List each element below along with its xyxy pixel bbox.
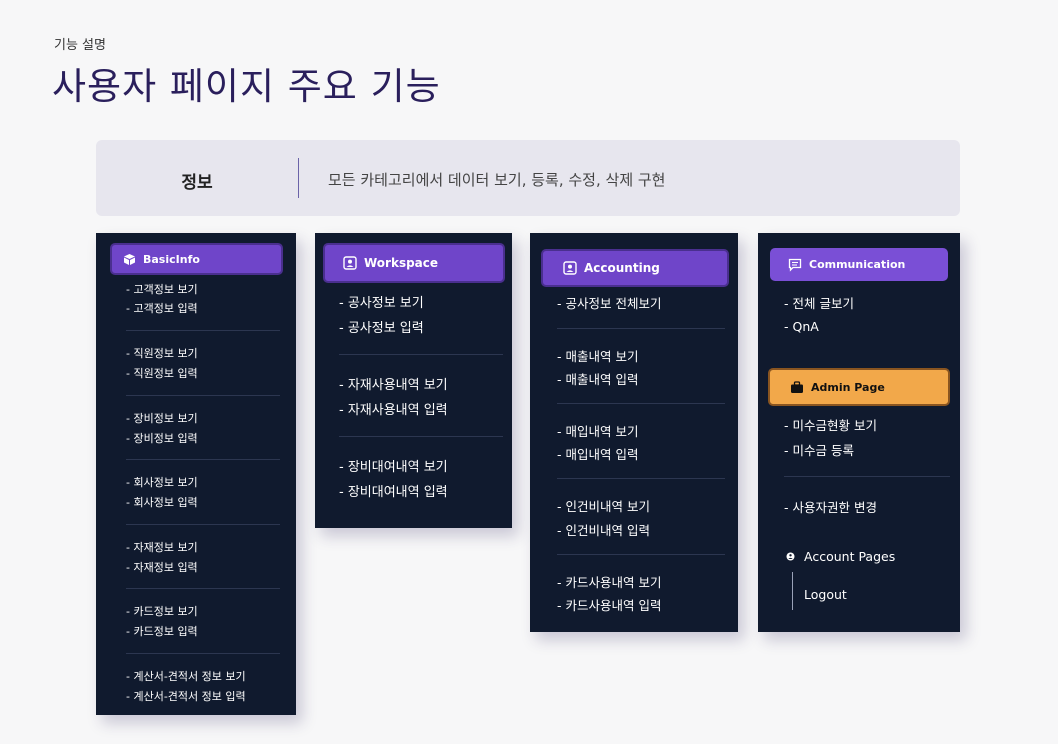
divider — [126, 459, 280, 460]
basicinfo-item[interactable]: - 고객정보 보기 — [126, 281, 198, 297]
basicinfo-item[interactable]: - 회사정보 보기 — [126, 474, 198, 490]
accounting-item[interactable]: - 카드사용내역 보기 — [557, 572, 661, 591]
basicinfo-item[interactable]: - 직원정보 입력 — [126, 365, 198, 381]
accounting-item[interactable]: - 매출내역 입력 — [557, 369, 638, 388]
accounting-item[interactable]: - 인건비내역 입력 — [557, 520, 650, 539]
account-pages-label: Account Pages — [804, 549, 896, 564]
admin-item[interactable]: - 미수금 등록 — [784, 440, 854, 459]
page-subtitle: 기능 설명 — [54, 38, 106, 53]
basicinfo-item[interactable]: - 장비정보 보기 — [126, 410, 198, 426]
workspace-item[interactable]: - 공사정보 입력 — [339, 317, 424, 336]
divider — [126, 653, 280, 654]
basicinfo-item[interactable]: - 회사정보 입력 — [126, 494, 198, 510]
workspace-item[interactable]: - 공사정보 보기 — [339, 292, 424, 311]
workspace-panel: Workspace - 공사정보 보기 - 공사정보 입력 - 자재사용내역 보… — [315, 233, 512, 528]
basicinfo-header[interactable]: BasicInfo — [110, 243, 283, 275]
admin-item[interactable]: - 미수금현황 보기 — [784, 415, 877, 434]
logout-link[interactable]: Logout — [804, 587, 847, 602]
basicinfo-item[interactable]: - 장비정보 입력 — [126, 430, 198, 446]
divider — [126, 330, 280, 331]
admin-page-header-label: Admin Page — [811, 380, 885, 394]
communication-panel: Communication - 전체 글보기 - QnA Admin Page … — [758, 233, 960, 632]
briefcase-icon — [790, 380, 804, 394]
communication-header[interactable]: Communication — [770, 248, 948, 281]
basicinfo-item[interactable]: - 자재정보 보기 — [126, 539, 198, 555]
divider — [784, 476, 950, 477]
workspace-header[interactable]: Workspace — [323, 243, 505, 283]
divider — [126, 588, 280, 589]
banner-description: 모든 카테고리에서 데이터 보기, 등록, 수정, 삭제 구현 — [328, 171, 666, 189]
accounting-item[interactable]: - 매출내역 보기 — [557, 346, 638, 365]
info-banner: 정보 모든 카테고리에서 데이터 보기, 등록, 수정, 삭제 구현 — [96, 140, 960, 216]
account-pages-item[interactable]: Account Pages — [786, 549, 895, 564]
basicinfo-item[interactable]: - 고객정보 입력 — [126, 300, 198, 316]
tree-line — [792, 572, 793, 610]
basicinfo-item[interactable]: - 계산서-견적서 정보 입력 — [126, 688, 246, 704]
accounting-item[interactable]: - 매입내역 입력 — [557, 444, 638, 463]
page-title: 사용자 페이지 주요 기능 — [52, 65, 441, 108]
communication-item[interactable]: - 전체 글보기 — [784, 293, 854, 312]
user-dot-icon — [786, 552, 795, 561]
divider — [339, 436, 503, 437]
accounting-item[interactable]: - 매입내역 보기 — [557, 421, 638, 440]
user-badge-icon — [563, 261, 577, 275]
accounting-item[interactable]: - 카드사용내역 입력 — [557, 595, 661, 614]
divider — [126, 524, 280, 525]
workspace-item[interactable]: - 장비대여내역 보기 — [339, 456, 448, 475]
basicinfo-panel: BasicInfo - 고객정보 보기 - 고객정보 입력 - 직원정보 보기 … — [96, 233, 296, 715]
workspace-item[interactable]: - 장비대여내역 입력 — [339, 481, 448, 500]
workspace-item[interactable]: - 자재사용내역 입력 — [339, 399, 448, 418]
basicinfo-item[interactable]: - 직원정보 보기 — [126, 345, 198, 361]
basicinfo-item[interactable]: - 계산서-견적서 정보 보기 — [126, 668, 246, 684]
workspace-item[interactable]: - 자재사용내역 보기 — [339, 374, 448, 393]
accounting-header[interactable]: Accounting — [541, 249, 729, 287]
accounting-item[interactable]: - 공사정보 전체보기 — [557, 293, 661, 312]
accounting-header-label: Accounting — [584, 261, 660, 275]
divider — [557, 403, 725, 404]
divider — [557, 554, 725, 555]
divider — [126, 395, 280, 396]
accounting-item[interactable]: - 인건비내역 보기 — [557, 496, 650, 515]
divider — [557, 328, 725, 329]
divider — [557, 478, 725, 479]
basicinfo-header-label: BasicInfo — [143, 252, 200, 266]
message-icon — [788, 258, 802, 272]
communication-item[interactable]: - QnA — [784, 319, 819, 334]
divider — [339, 354, 503, 355]
workspace-header-label: Workspace — [364, 256, 439, 270]
banner-label: 정보 — [181, 173, 213, 193]
admin-item[interactable]: - 사용자권한 변경 — [784, 497, 877, 516]
basicinfo-item[interactable]: - 카드정보 입력 — [126, 623, 198, 639]
basicinfo-item[interactable]: - 자재정보 입력 — [126, 559, 198, 575]
banner-divider — [298, 158, 299, 198]
cube-icon — [122, 252, 136, 266]
user-badge-icon — [343, 256, 357, 270]
admin-page-header[interactable]: Admin Page — [768, 368, 950, 406]
accounting-panel: Accounting - 공사정보 전체보기 - 매출내역 보기 - 매출내역 … — [530, 233, 738, 632]
basicinfo-item[interactable]: - 카드정보 보기 — [126, 603, 198, 619]
communication-header-label: Communication — [809, 258, 906, 271]
